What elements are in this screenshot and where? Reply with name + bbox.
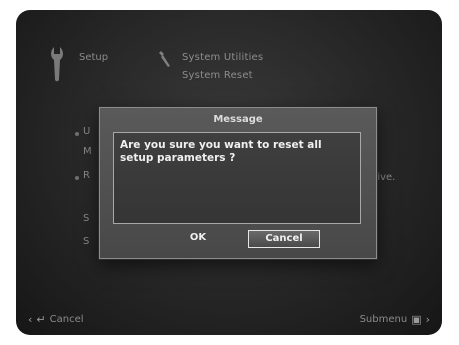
message-dialog: Message Are you sure you want to reset a… [99, 107, 377, 259]
menu-item-second-line: M [83, 146, 92, 157]
tv-screen: Setup System Utilities System Reset U M … [16, 10, 442, 335]
dialog-message: Are you sure you want to reset all setup… [120, 139, 322, 164]
utilities-tool-icon [159, 51, 170, 67]
menu-item-reset[interactable]: R [83, 170, 90, 181]
menu-header: Setup System Utilities System Reset [16, 10, 442, 100]
dialog-message-box: Are you sure you want to reset all setup… [113, 132, 361, 224]
dialog-title: Message [213, 114, 263, 125]
setup-wrench-icon [51, 47, 63, 82]
return-icon: ↵ [36, 313, 46, 326]
menu-item-utilities[interactable]: U [83, 126, 90, 137]
chevron-left-icon: ‹ [28, 313, 33, 326]
submenu-hint[interactable]: Submenu ▣ › [360, 313, 430, 326]
cancel-button[interactable]: Cancel [248, 230, 320, 248]
menu-item-s1[interactable]: S [83, 213, 89, 224]
ok-button[interactable]: OK [163, 230, 233, 246]
menu-bullet [75, 132, 79, 136]
breadcrumb-system-utilities: System Utilities [182, 52, 264, 63]
cancel-hint-label: Cancel [49, 314, 84, 325]
menu-bullet [75, 176, 79, 180]
breadcrumb-setup: Setup [79, 52, 109, 63]
menu-item-s2[interactable]: S [83, 236, 89, 247]
chevron-right-icon: › [425, 313, 430, 326]
submenu-icon: ▣ [411, 313, 422, 326]
footer-hints: ‹ ↵ Cancel Submenu ▣ › [16, 305, 442, 335]
breadcrumb-system-reset: System Reset [182, 70, 253, 81]
cancel-hint[interactable]: ‹ ↵ Cancel [28, 313, 84, 326]
submenu-hint-label: Submenu [359, 314, 408, 325]
